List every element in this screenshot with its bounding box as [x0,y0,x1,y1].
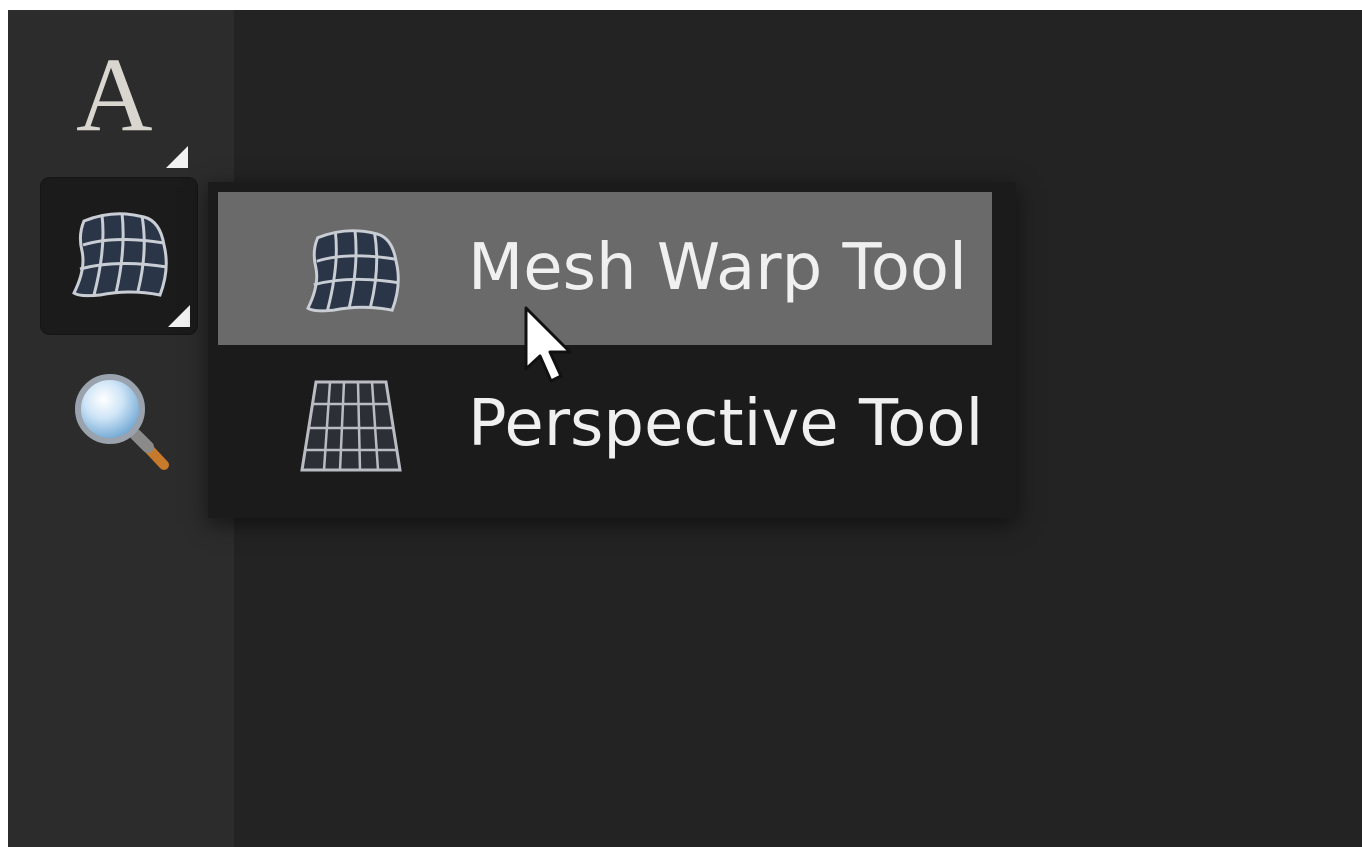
mesh-warp-tool-button[interactable] [40,177,198,335]
app-window: A Mesh Warp Tool Perspective Tool [8,10,1362,847]
menu-item-perspective-tool[interactable]: Perspective Tool [218,348,992,501]
tools-panel: A [8,10,234,847]
text-tool-icon: A [76,36,153,153]
menu-item-label: Mesh Warp Tool [468,231,967,305]
perspective-grid-icon [300,380,402,472]
text-tool-button[interactable]: A [40,20,198,178]
mesh-warp-icon [306,229,400,313]
flyout-indicator-icon [168,305,190,327]
tool-flyout-menu: Mesh Warp Tool Perspective Tool [208,182,1016,518]
magnifier-icon [75,374,169,470]
flyout-indicator-icon [166,146,188,168]
menu-item-label: Perspective Tool [468,387,984,461]
zoom-tool-button[interactable] [40,345,198,485]
menu-item-mesh-warp-tool[interactable]: Mesh Warp Tool [218,192,992,345]
mesh-warp-icon [72,212,168,298]
